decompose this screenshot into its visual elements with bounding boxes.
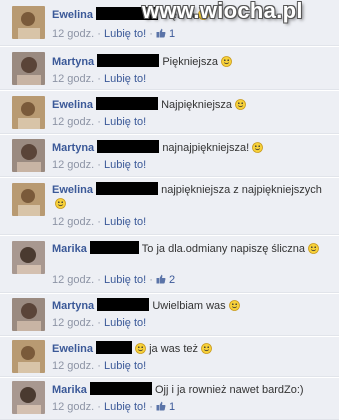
comment-time[interactable]: 12 godz. [52,116,94,128]
like-link[interactable]: Lubię to! [104,216,146,228]
like-link[interactable]: Lubię to! [104,73,146,85]
comment-text: ja was też [149,343,199,355]
comment-time[interactable]: 12 godz. [52,360,94,372]
commenter-name[interactable]: Marika [52,243,87,255]
commenter-name[interactable]: Ewelina [52,343,93,355]
thumbs-up-icon [156,274,166,284]
smiley-icon [221,56,232,67]
commenter-name[interactable]: Ewelina [52,184,93,196]
redacted-surname [97,54,160,67]
comment-text: Najpiękniejsza [161,99,233,111]
avatar[interactable] [12,139,45,172]
commenter-name[interactable]: Martyna [52,300,94,312]
comment-item: Marika To ja dla.odmiany napiszę śliczna… [0,236,339,293]
smiley-icon [252,142,264,153]
avatar[interactable] [12,52,45,85]
smiley-icon [135,343,146,354]
comment-time[interactable]: 12 godz. [52,274,94,286]
like-link[interactable]: Lubię to! [104,159,146,171]
avatar[interactable] [12,298,45,331]
comment-item: Martyna Uwielbiam was 12 godz. · Lubię t… [0,294,339,336]
like-link[interactable]: Lubię to! [104,274,146,286]
redacted-surname [96,182,159,195]
commenter-name[interactable]: Ewelina [52,9,93,21]
commenter-name[interactable]: Marika [52,384,87,396]
commenter-name[interactable]: Ewelina [52,99,93,111]
comment-time[interactable]: 12 godz. [52,159,94,171]
redacted-surname [89,382,152,395]
like-count[interactable]: 1 [169,28,175,40]
thumbs-up-icon [156,28,166,38]
redacted-surname [96,341,133,354]
like-link[interactable]: Lubię to! [104,28,146,40]
avatar[interactable] [12,381,45,414]
like-count[interactable]: 2 [169,274,175,286]
redacted-surname [89,241,139,254]
redacted-surname [97,298,150,311]
comment-time[interactable]: 12 godz. [52,73,94,85]
watermark: www.wiocha.pl [142,0,303,23]
avatar[interactable] [12,6,45,39]
comment-time[interactable]: 12 godz. [52,317,94,329]
avatar[interactable] [12,183,45,216]
like-link[interactable]: Lubię to! [104,317,146,329]
comment-item: Martyna najnajpiękniejsza! 12 godz. · Lu… [0,135,339,177]
comment-item: Ewelina Najpiękniejsza 12 godz. · Lubię … [0,91,339,134]
comment-text: najpiękniejsza z najpiękniejszych [161,184,322,196]
comment-item: Martyna Piękniejsza 12 godz. · Lubię to! [0,47,339,90]
comment-item: Ewelina najpiękniejsza z najpiękniejszyc… [0,178,339,235]
like-link[interactable]: Lubię to! [104,116,146,128]
thumbs-up-icon [156,401,166,411]
smiley-icon [308,243,319,254]
smiley-icon [55,198,66,209]
comment-text: To ja dla.odmiany napiszę śliczna [141,243,306,255]
like-link[interactable]: Lubię to! [104,360,146,372]
avatar[interactable] [12,340,45,373]
comment-text: Ojj i ja rownież nawet bardZo:) [154,384,304,396]
comment-text: najnajpiękniejsza! [162,142,250,154]
comment-time[interactable]: 12 godz. [52,216,94,228]
comment-text: Piękniejsza [162,56,218,68]
commenter-name[interactable]: Martyna [52,142,94,154]
smiley-icon [235,99,246,110]
comment-time[interactable]: 12 godz. [52,28,94,40]
comment-text: Uwielbiam was [152,300,226,312]
commenter-name[interactable]: Martyna [52,56,94,68]
avatar[interactable] [12,96,45,129]
comment-time[interactable]: 12 godz. [52,401,94,413]
comment-item: Marika Ojj i ja rownież nawet bardZo:) 1… [0,378,339,420]
smiley-icon [228,300,240,311]
redacted-surname [97,140,160,153]
like-link[interactable]: Lubię to! [104,401,146,413]
smiley-icon [201,343,212,354]
redacted-surname [96,97,159,110]
comment-item: Ewelina ja was też 12 godz. · Lubię to! [0,337,339,377]
like-count[interactable]: 1 [169,401,175,413]
avatar[interactable] [12,241,45,274]
